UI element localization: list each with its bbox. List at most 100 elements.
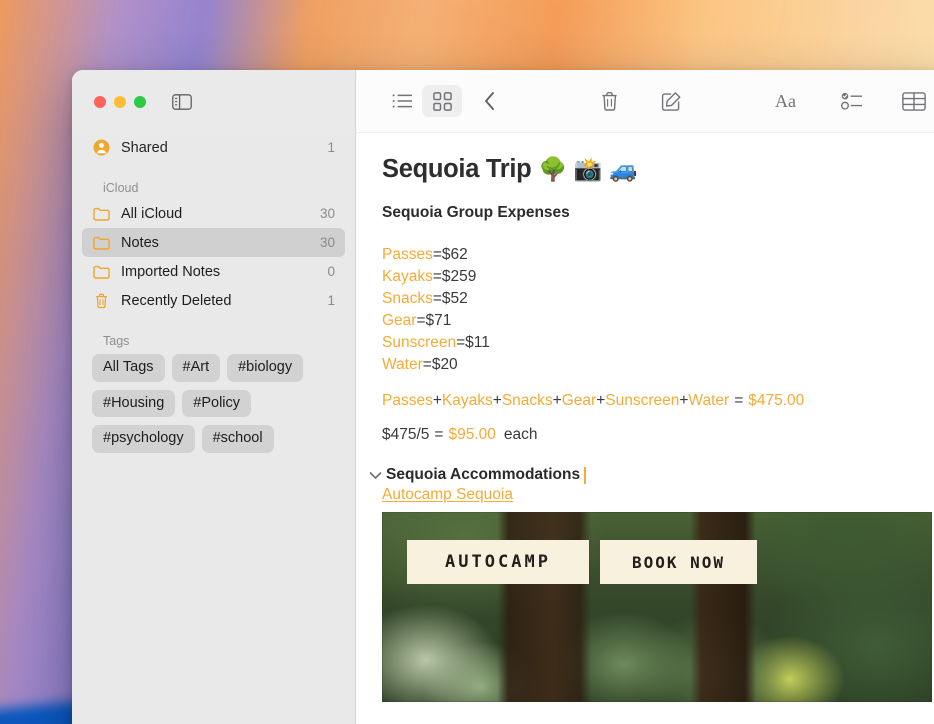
sum-operator: + [596, 392, 606, 409]
sidebar-item-count: 30 [319, 235, 335, 250]
sidebar-toggle-icon[interactable] [172, 93, 192, 110]
autocamp-sequoia-link[interactable]: Autocamp Sequoia [382, 486, 934, 504]
note-title-text: Sequoia Trip [382, 155, 532, 183]
tag-art[interactable]: #Art [171, 354, 221, 382]
expense-name: Snacks [382, 290, 433, 307]
note-attachment-image[interactable]: AUTOCAMP BOOK NOW [382, 512, 932, 702]
per-person-result: $95.00 [448, 426, 496, 443]
table-icon[interactable] [894, 85, 934, 117]
gallery-view-icon[interactable] [422, 85, 462, 117]
sidebar-item-imported-notes[interactable]: Imported Notes 0 [82, 257, 345, 286]
sidebar-item-all-icloud[interactable]: All iCloud 30 [82, 199, 345, 228]
sum-term: Gear [561, 392, 597, 409]
shared-person-icon [92, 139, 110, 157]
sum-operator: + [432, 392, 442, 409]
per-person-equals: = [434, 426, 444, 443]
collapsible-section-header[interactable]: Sequoia Accommodations [368, 466, 934, 484]
traffic-lights [94, 95, 146, 108]
sidebar-item-notes[interactable]: Notes 30 [82, 228, 345, 257]
note-content-pane: Aa Sequoia Trip 🌳 📸 🚙 Sequoia Group Expe… [356, 70, 934, 724]
sum-term: Water [688, 392, 730, 409]
book-now-badge: BOOK NOW [600, 540, 757, 584]
expense-name: Water [382, 356, 423, 373]
sidebar: Shared 1 iCloud All iCloud 30 Notes 30 I… [72, 70, 356, 724]
note-subheading: Sequoia Group Expenses [382, 204, 570, 221]
sidebar-item-label: Recently Deleted [121, 292, 232, 309]
folder-icon [92, 205, 110, 223]
sidebar-section-icloud: iCloud [103, 181, 139, 195]
desktop-wallpaper: Shared 1 iCloud All iCloud 30 Notes 30 I… [0, 0, 934, 724]
text-cursor [584, 466, 587, 484]
tree-emoji-icon: 🌳 [538, 156, 567, 182]
tag-biology[interactable]: #biology [227, 354, 304, 382]
chevron-left-icon[interactable] [470, 85, 510, 117]
tag-school[interactable]: #school [201, 425, 274, 454]
camera-emoji-icon: 📸 [573, 156, 603, 182]
note-title: Sequoia Trip 🌳 📸 🚙 [382, 155, 934, 184]
section-heading-text: Sequoia Accommodations [386, 466, 581, 483]
chevron-down-icon[interactable] [368, 468, 382, 482]
zoom-button[interactable] [134, 95, 146, 108]
trash-icon [92, 292, 110, 310]
sidebar-item-count: 1 [327, 140, 335, 155]
expense-row: Gear=$71 [382, 310, 934, 332]
expense-value: =$62 [432, 246, 468, 263]
close-button[interactable] [94, 95, 106, 108]
compose-note-icon[interactable] [651, 85, 691, 117]
notes-app-window: Shared 1 iCloud All iCloud 30 Notes 30 I… [72, 70, 934, 724]
tag-list: All Tags #Art #biology #Housing #Policy … [72, 352, 355, 454]
sum-term: Passes [382, 392, 433, 409]
expense-row: Snacks=$52 [382, 288, 934, 310]
expense-value: =$11 [456, 334, 490, 351]
svg-text:Aa: Aa [775, 91, 796, 111]
per-person-line: $475/5 = $95.00 each [382, 426, 934, 444]
expense-sum-line: Passes+Kayaks+Snacks+Gear+Sunscreen+Wate… [382, 392, 934, 410]
sum-result: $475.00 [748, 392, 805, 409]
sum-term: Snacks [501, 392, 553, 409]
per-person-suffix: each [503, 426, 538, 443]
tag-housing[interactable]: #Housing [92, 389, 176, 418]
autocamp-badge: AUTOCAMP [407, 540, 589, 584]
sidebar-item-count: 1 [327, 293, 335, 308]
note-body[interactable]: Sequoia Trip 🌳 📸 🚙 Sequoia Group Expense… [356, 133, 934, 724]
checklist-icon[interactable] [832, 85, 872, 117]
sidebar-item-label: All iCloud [121, 205, 183, 222]
car-emoji-icon: 🚙 [609, 156, 638, 182]
minimize-button[interactable] [114, 95, 126, 108]
sidebar-item-label: Shared [121, 139, 168, 156]
expense-value: =$71 [416, 312, 452, 329]
expense-value: =$259 [432, 268, 477, 285]
sidebar-item-label: Imported Notes [121, 263, 221, 280]
sum-equals: = [734, 392, 744, 409]
trash-icon[interactable] [589, 85, 629, 117]
sidebar-item-count: 0 [327, 264, 335, 279]
tag-psychology[interactable]: #psychology [92, 425, 195, 454]
expense-value: =$20 [422, 356, 458, 373]
per-person-expression: $475/5 [382, 426, 430, 443]
sum-term: Kayaks [441, 392, 493, 409]
format-text-aa-icon[interactable]: Aa [770, 85, 810, 117]
sum-operator: + [552, 392, 562, 409]
tag-policy[interactable]: #Policy [182, 389, 252, 418]
expense-value: =$52 [432, 290, 468, 307]
sum-operator: + [492, 392, 502, 409]
sidebar-list: Shared 1 iCloud All iCloud 30 Notes 30 I… [72, 133, 355, 352]
expense-row: Passes=$62 [382, 244, 934, 266]
window-titlebar [72, 70, 355, 133]
sidebar-item-shared[interactable]: Shared 1 [82, 133, 345, 162]
tag-all-tags[interactable]: All Tags [92, 354, 165, 382]
expense-row: Sunscreen=$11 [382, 332, 934, 354]
sidebar-item-recently-deleted[interactable]: Recently Deleted 1 [82, 286, 345, 315]
expense-row: Kayaks=$259 [382, 266, 934, 288]
toolbar: Aa [356, 70, 934, 133]
folder-icon [92, 234, 110, 252]
sum-term: Sunscreen [605, 392, 680, 409]
list-view-icon[interactable] [382, 85, 422, 117]
sidebar-section-tags: Tags [103, 334, 130, 348]
expense-name: Passes [382, 246, 433, 263]
section-heading: Sequoia Accommodations [386, 466, 587, 484]
